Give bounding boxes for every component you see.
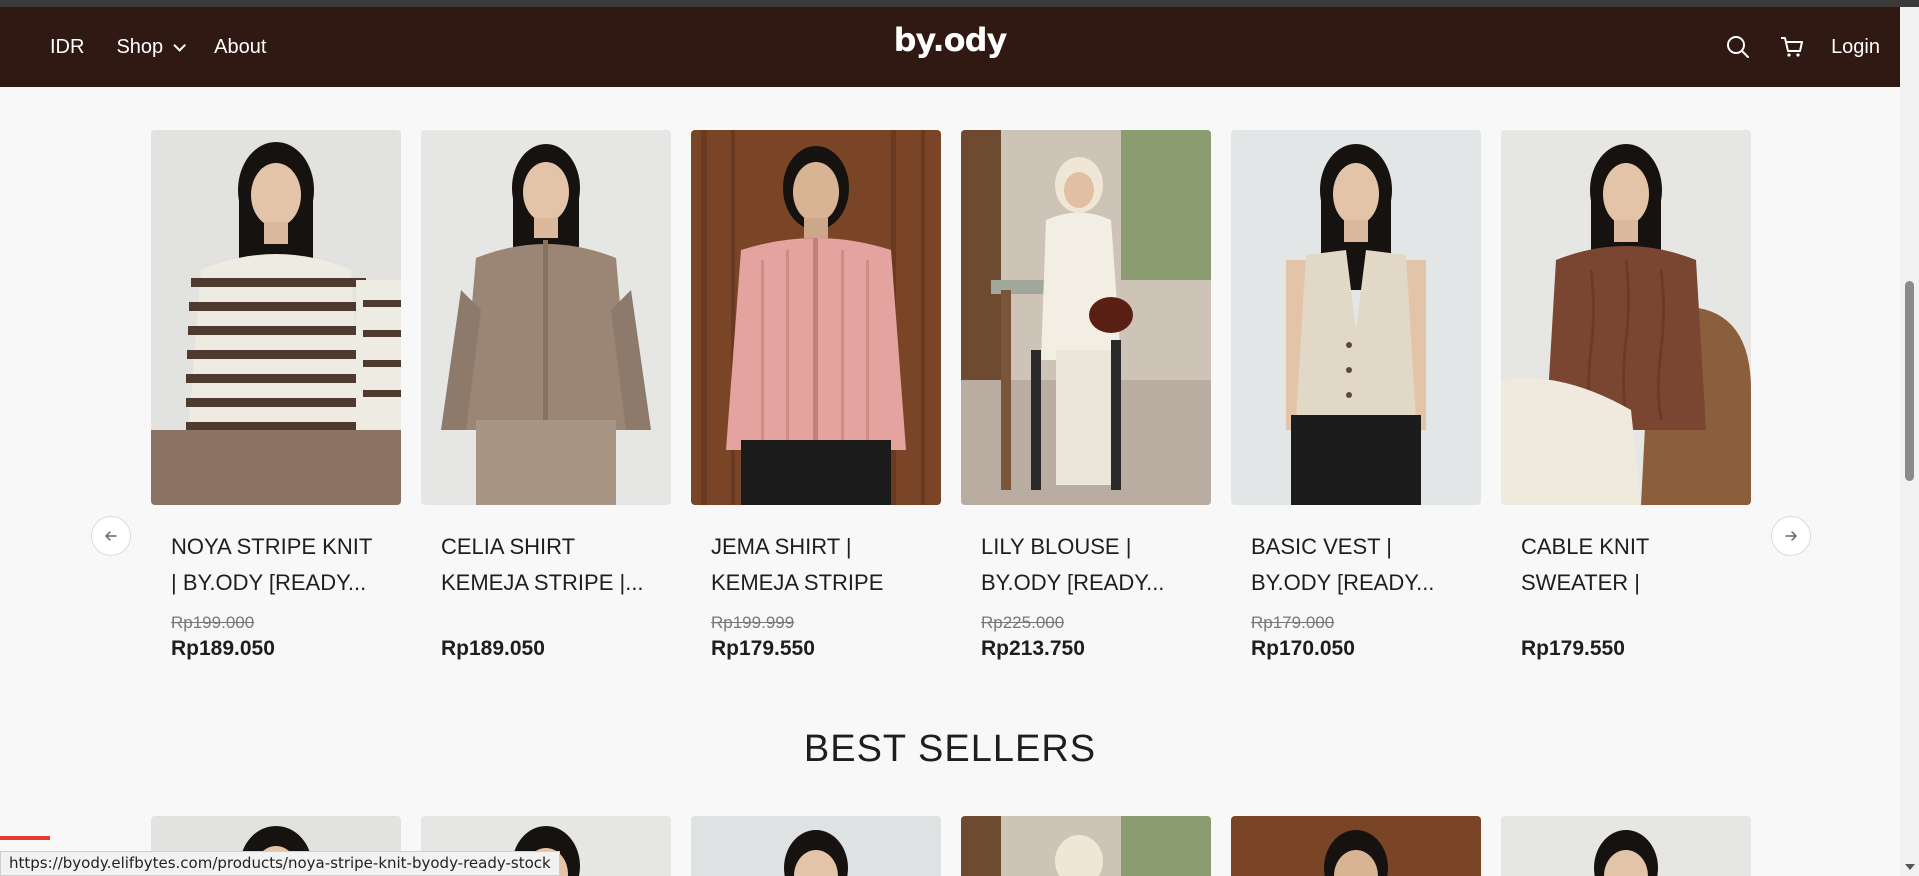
product-old-price <box>441 613 651 635</box>
best-seller-card-image[interactable] <box>691 816 941 876</box>
floating-widget-edge[interactable] <box>0 836 50 840</box>
product-price: Rp179.550 <box>1521 637 1625 660</box>
carousel-prev-button[interactable] <box>91 516 131 556</box>
product-price: Rp189.050 <box>441 637 545 660</box>
product-image[interactable] <box>1501 130 1751 505</box>
login-link[interactable]: Login <box>1831 36 1880 59</box>
product-image[interactable] <box>961 130 1211 505</box>
arrow-right-icon <box>1785 531 1797 541</box>
product-name[interactable]: LILY BLOUSE | BY.ODY [READY... <box>981 529 1191 601</box>
product-old-price: Rp199.000 <box>171 613 255 632</box>
product-price: Rp170.050 <box>1251 637 1355 660</box>
product-card[interactable]: BASIC VEST | BY.ODY [READY... Rp179.000 … <box>1231 130 1481 670</box>
site-logo[interactable]: by.ody <box>0 21 1900 59</box>
product-image[interactable] <box>1231 130 1481 505</box>
product-old-price: Rp179.000 <box>1251 613 1335 632</box>
status-bar-url: https://byody.elifbytes.com/products/noy… <box>0 851 560 876</box>
product-old-price: Rp225.000 <box>981 613 1065 632</box>
page-scrollbar[interactable] <box>1900 7 1919 876</box>
product-card[interactable]: CELIA SHIRT KEMEJA STRIPE |... Rp189.050 <box>421 130 671 670</box>
product-price: Rp213.750 <box>981 637 1085 660</box>
search-icon[interactable] <box>1723 32 1753 62</box>
product-name[interactable]: CELIA SHIRT KEMEJA STRIPE |... <box>441 529 651 601</box>
product-old-price <box>1521 613 1731 635</box>
product-image[interactable] <box>421 130 671 505</box>
best-sellers-heading: BEST SELLERS <box>803 728 1097 770</box>
site-header: IDR Shop About by.ody Login <box>0 7 1900 87</box>
product-name[interactable]: NOYA STRIPE KNIT | BY.ODY [READY... <box>171 529 381 601</box>
product-price: Rp179.550 <box>711 637 815 660</box>
product-carousel: NOYA STRIPE KNIT | BY.ODY [READY... Rp19… <box>0 130 1900 670</box>
arrow-left-icon <box>105 531 117 541</box>
nav-right: Login <box>1723 7 1880 87</box>
best-seller-card-image[interactable] <box>961 816 1211 876</box>
product-name[interactable]: JEMA SHIRT | KEMEJA STRIPE BY... <box>711 529 921 601</box>
product-card[interactable]: NOYA STRIPE KNIT | BY.ODY [READY... Rp19… <box>151 130 401 670</box>
product-card[interactable]: LILY BLOUSE | BY.ODY [READY... Rp225.000… <box>961 130 1211 670</box>
scrollbar-thumb[interactable] <box>1905 281 1914 481</box>
product-image[interactable] <box>151 130 401 505</box>
best-seller-card-image[interactable] <box>1501 816 1751 876</box>
cart-icon[interactable] <box>1777 32 1807 62</box>
product-price: Rp189.050 <box>171 637 275 660</box>
product-card[interactable]: JEMA SHIRT | KEMEJA STRIPE BY... Rp199.9… <box>691 130 941 670</box>
product-name[interactable]: CABLE KNIT SWEATER | BY.ODY... <box>1521 529 1731 601</box>
product-image[interactable] <box>691 130 941 505</box>
scroll-down-icon[interactable] <box>1905 864 1915 870</box>
browser-top-edge <box>0 0 1919 7</box>
carousel-next-button[interactable] <box>1771 516 1811 556</box>
product-card[interactable]: CABLE KNIT SWEATER | BY.ODY... Rp179.550 <box>1501 130 1751 670</box>
product-name[interactable]: BASIC VEST | BY.ODY [READY... <box>1251 529 1461 601</box>
best-seller-card-image[interactable] <box>1231 816 1481 876</box>
product-old-price: Rp199.999 <box>711 613 795 632</box>
